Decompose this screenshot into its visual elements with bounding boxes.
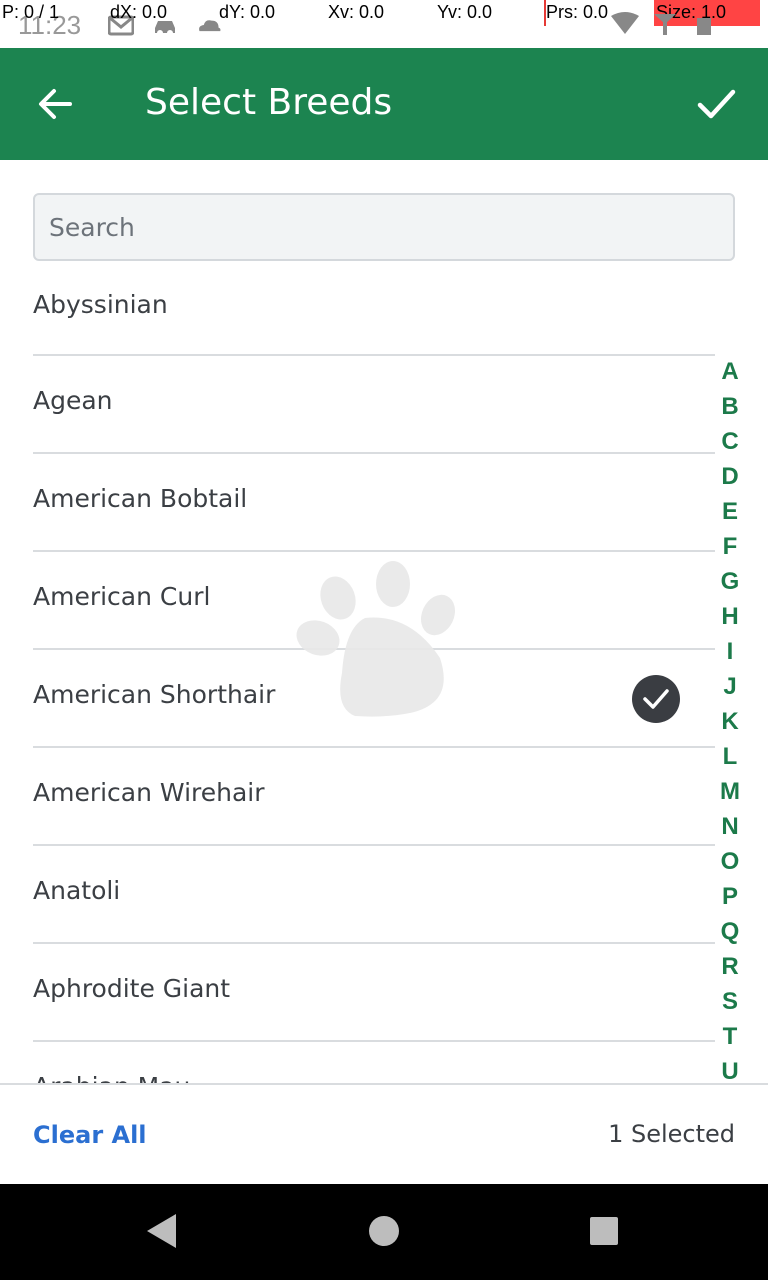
signal-icon <box>654 14 676 35</box>
breed-label: Aphrodite Giant <box>33 974 231 1003</box>
index-letter-s[interactable]: S <box>716 984 744 1019</box>
breed-label: American Shorthair <box>33 680 276 709</box>
index-letter-e[interactable]: E <box>716 494 744 529</box>
breed-label: Agean <box>33 386 113 415</box>
check-circle-icon <box>643 689 669 709</box>
index-letter-d[interactable]: D <box>716 459 744 494</box>
index-letter-q[interactable]: Q <box>716 914 744 949</box>
index-letter-n[interactable]: N <box>716 809 744 844</box>
index-letter-k[interactable]: K <box>716 704 744 739</box>
index-letter-c[interactable]: C <box>716 424 744 459</box>
debug-pointer: P: 0 / 1 <box>2 2 60 22</box>
battery-icon <box>697 18 711 35</box>
status-bar: 11:23 P: 0 / 1 dX: 0.0 dY: 0.0 Xv: 0.0 Y… <box>0 0 768 48</box>
index-letter-g[interactable]: G <box>716 564 744 599</box>
nav-recents-icon[interactable] <box>589 1212 619 1250</box>
debug-dy: dY: 0.0 <box>219 2 276 22</box>
selected-count: 1 Selected <box>608 1120 735 1148</box>
confirm-button[interactable] <box>692 80 740 128</box>
breed-item-abyssinian[interactable]: Abyssinian <box>33 258 715 356</box>
check-icon <box>697 89 736 119</box>
index-letter-j[interactable]: J <box>716 669 744 704</box>
index-letter-o[interactable]: O <box>716 844 744 879</box>
breed-item-american-curl[interactable]: American Curl <box>33 552 715 650</box>
nav-home-icon[interactable] <box>368 1212 400 1250</box>
breed-list[interactable]: Abyssinian Agean American Bobtail Americ… <box>0 258 768 1084</box>
breed-item-anatoli[interactable]: Anatoli <box>33 846 715 944</box>
index-letter-i[interactable]: I <box>716 634 744 669</box>
breed-item-agean[interactable]: Agean <box>33 356 715 454</box>
arrow-left-icon <box>39 89 72 119</box>
index-letter-a[interactable]: A <box>716 354 744 389</box>
breed-item-american-shorthair[interactable]: American Shorthair <box>33 650 715 748</box>
index-letter-m[interactable]: M <box>716 774 744 809</box>
page-title: Select Breeds <box>145 82 393 123</box>
breed-label: Anatoli <box>33 876 121 905</box>
nav-back-icon[interactable] <box>144 1212 178 1250</box>
system-nav-bar <box>0 1184 768 1280</box>
selection-footer: Clear All 1 Selected <box>0 1083 768 1184</box>
index-letter-l[interactable]: L <box>716 739 744 774</box>
index-letter-h[interactable]: H <box>716 599 744 634</box>
index-letter-r[interactable]: R <box>716 949 744 984</box>
debug-xv: Xv: 0.0 <box>328 2 385 22</box>
app-bar: Select Breeds <box>0 48 768 160</box>
debug-yv: Yv: 0.0 <box>437 2 493 22</box>
index-letter-p[interactable]: P <box>716 879 744 914</box>
debug-dx: dX: 0.0 <box>110 2 168 22</box>
breed-label: Abyssinian <box>33 290 168 319</box>
breed-item-american-bobtail[interactable]: American Bobtail <box>33 454 715 552</box>
breed-item-american-wirehair[interactable]: American Wirehair <box>33 748 715 846</box>
breed-label: American Wirehair <box>33 778 265 807</box>
wifi-icon <box>611 12 639 34</box>
index-letter-t[interactable]: T <box>716 1019 744 1054</box>
breed-item-arabian-mau[interactable]: Arabian Mau <box>33 1042 715 1084</box>
selected-check-badge <box>632 675 680 723</box>
breed-label: American Bobtail <box>33 484 248 513</box>
debug-prs: Prs: 0.0 <box>546 2 609 22</box>
clear-all-button[interactable]: Clear All <box>33 1121 147 1149</box>
index-letter-b[interactable]: B <box>716 389 744 424</box>
index-letter-f[interactable]: F <box>716 529 744 564</box>
search-input[interactable] <box>33 193 735 261</box>
breed-item-aphrodite-giant[interactable]: Aphrodite Giant <box>33 944 715 1042</box>
back-button[interactable] <box>32 80 80 128</box>
breed-label: American Curl <box>33 582 211 611</box>
alphabet-index[interactable]: A B C D E F G H I J K L M N O P Q R S T … <box>716 354 744 1089</box>
